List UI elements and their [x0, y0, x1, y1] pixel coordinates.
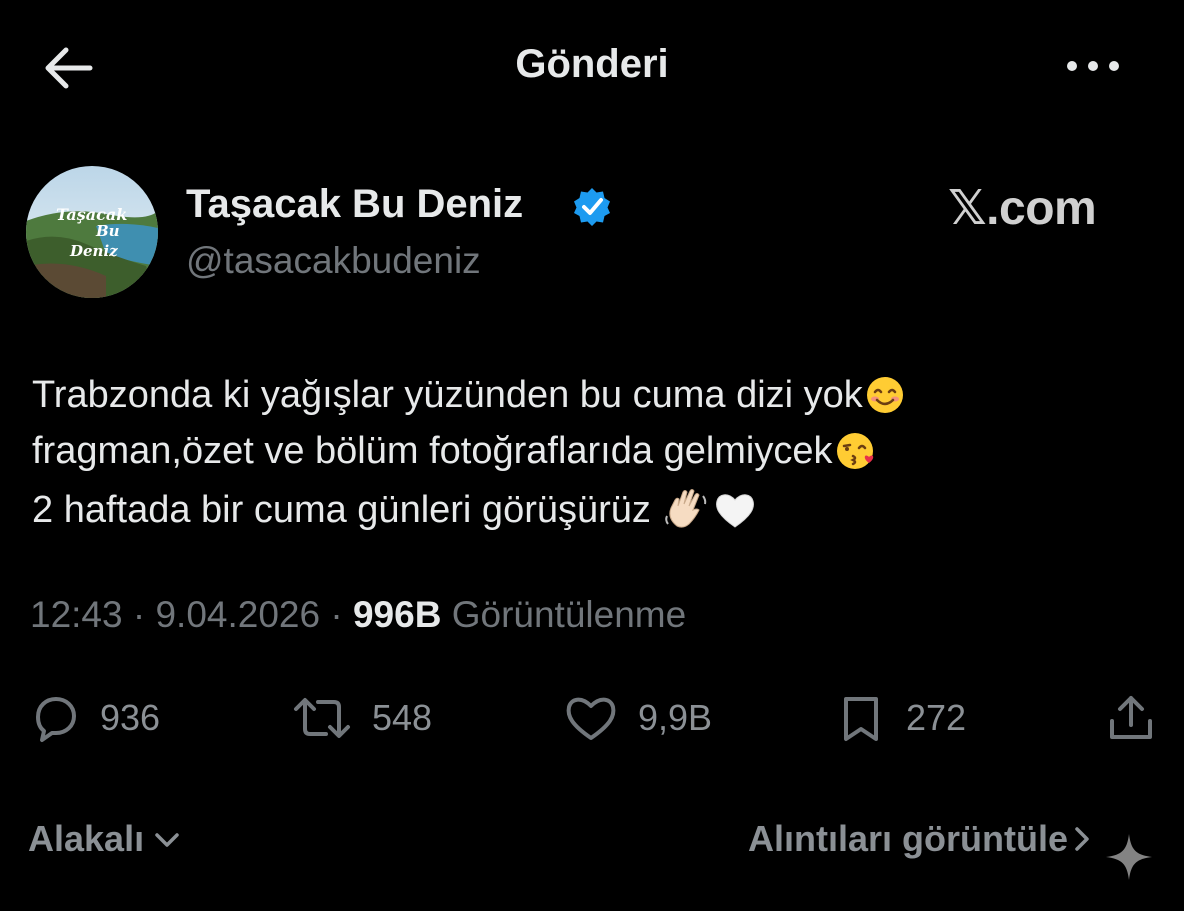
more-horizontal-icon	[1067, 61, 1119, 71]
views-label: Görüntülenme	[451, 594, 687, 635]
tweet-time: 12:43	[30, 594, 123, 635]
white-heart-icon	[713, 490, 757, 540]
repost-count: 548	[372, 697, 433, 738]
view-quotes-link[interactable]: Alıntıları görüntüle	[748, 818, 1096, 860]
tweet-meta: 12:43 · 9.04.2026 · 996B Görüntülenme	[30, 594, 686, 636]
author-handle[interactable]: @tasacakbudeniz	[186, 240, 481, 282]
share-button[interactable]	[1104, 690, 1158, 746]
heart-icon	[566, 697, 616, 740]
reply-button[interactable]: 936	[28, 690, 160, 746]
x-watermark: 𝕏.com	[948, 182, 1097, 235]
sort-label: Alakalı	[28, 818, 145, 859]
tweet-text-line: Trabzonda ki yağışlar yüzünden bu cuma d…	[32, 374, 905, 425]
kissing-face-icon	[835, 431, 879, 481]
bookmark-icon	[844, 697, 878, 741]
reply-icon	[36, 697, 76, 742]
avatar[interactable]: Taşacak Bu Deniz	[26, 166, 158, 298]
tweet-text: Trabzonda ki yağışlar yüzünden bu cuma d…	[32, 374, 863, 416]
chevron-right-icon	[1075, 827, 1089, 851]
waving-hand-icon	[663, 486, 711, 540]
share-icon	[1110, 696, 1152, 739]
avatar-image: Taşacak Bu Deniz	[26, 166, 158, 298]
reply-count: 936	[100, 697, 161, 738]
repost-icon	[294, 698, 350, 738]
verified-badge-icon	[572, 186, 612, 226]
avatar-text-2: Bu	[95, 222, 120, 240]
tweet-text: 2 haftada bir cuma günleri görüşürüz	[32, 489, 662, 531]
bookmark-button[interactable]: 272	[834, 690, 966, 746]
smiling-face-icon	[865, 375, 905, 425]
more-options-button[interactable]	[1064, 56, 1122, 76]
views-count: 996B	[352, 594, 442, 635]
tweet-text-line: 2 haftada bir cuma günleri görüşürüz	[32, 486, 757, 540]
bookmark-count: 272	[906, 697, 967, 738]
chevron-down-icon	[155, 833, 179, 847]
sparkle-icon	[1104, 832, 1154, 882]
repost-button[interactable]: 548	[290, 690, 432, 746]
tweet-date[interactable]: 9.04.2026	[155, 594, 320, 635]
like-button[interactable]: 9,9B	[562, 690, 712, 746]
author-name[interactable]: Taşacak Bu Deniz	[186, 182, 523, 227]
page-title: Gönderi	[515, 42, 669, 86]
meta-separator: ·	[330, 594, 343, 635]
quotes-label: Alıntıları görüntüle	[748, 818, 1068, 859]
like-count: 9,9B	[638, 697, 713, 738]
tweet-text-line: fragman,özet ve bölüm fotoğraflarıda gel…	[32, 430, 879, 481]
sort-dropdown[interactable]: Alakalı	[28, 818, 184, 860]
meta-separator: ·	[132, 594, 146, 635]
avatar-text-3: Deniz	[69, 242, 118, 260]
tweet-text: fragman,özet ve bölüm fotoğraflarıda gel…	[32, 430, 833, 472]
